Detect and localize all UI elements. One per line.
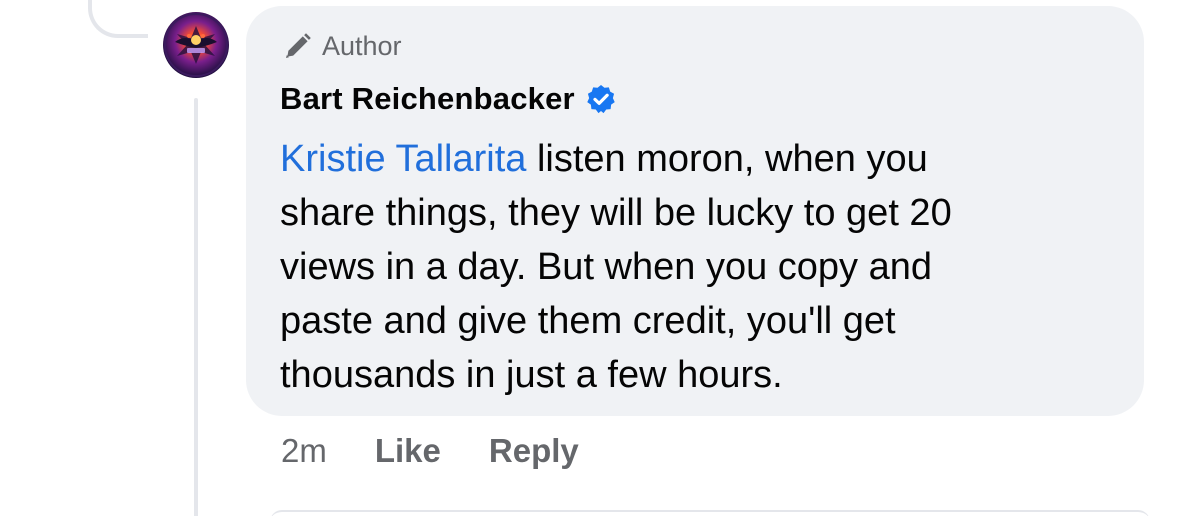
reply-button[interactable]: Reply — [489, 432, 579, 470]
comment-timestamp[interactable]: 2m — [281, 432, 327, 470]
verified-badge-icon — [587, 85, 615, 114]
comment-line: share things, they will be lucky to get … — [280, 192, 952, 234]
thread-connector-line — [194, 98, 198, 516]
comment-line: paste and give them credit, you'll get — [280, 300, 896, 342]
like-button[interactable]: Like — [375, 432, 441, 470]
next-comment-edge — [270, 510, 1150, 516]
author-name[interactable]: Bart Reichenbacker — [280, 81, 575, 117]
mention-link[interactable]: Kristie Tallarita — [280, 138, 526, 180]
comment-thread: Author Bart Reichenbacker Kristie Tallar… — [0, 0, 1199, 516]
author-name-row: Bart Reichenbacker — [280, 81, 617, 117]
avatar[interactable] — [163, 12, 229, 78]
author-badge-label: Author — [322, 30, 402, 61]
avatar-image — [164, 13, 228, 77]
pen-icon — [286, 33, 311, 58]
author-badge: Author — [282, 28, 402, 64]
comment-actions: 2m Like Reply — [281, 432, 579, 470]
comment-line: views in a day. But when you copy and — [280, 246, 933, 288]
comment-body: Kristie Tallarita listen moron, when you… — [280, 132, 1130, 402]
comment-line: thousands in just a few hours. — [280, 354, 783, 396]
comment-line: listen moron, when you — [526, 138, 928, 180]
thread-connector-curve — [88, 0, 148, 38]
